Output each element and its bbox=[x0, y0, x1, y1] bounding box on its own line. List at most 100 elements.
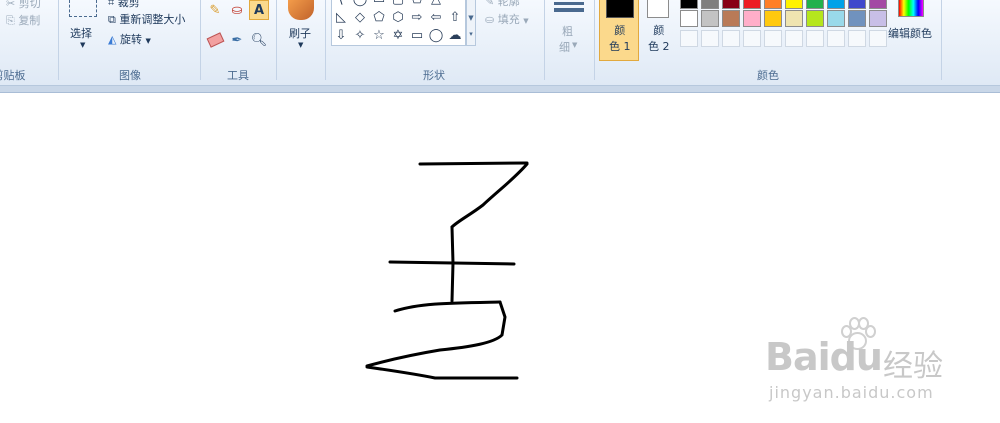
magnifier-tool-button[interactable]: 🔍︎ bbox=[249, 30, 269, 50]
palette-swatch[interactable] bbox=[827, 30, 845, 47]
rotate-icon: ◭ bbox=[108, 33, 117, 46]
chevron-down-icon: ▼ bbox=[572, 41, 578, 49]
outline-button[interactable]: ✎ 轮廓 bbox=[485, 0, 520, 9]
palette-swatch[interactable] bbox=[722, 10, 740, 27]
colors-group-label: 颜色 bbox=[757, 69, 779, 82]
color-2-button[interactable]: 颜 色 2 bbox=[643, 0, 677, 60]
watermark-service: 经验 bbox=[883, 349, 943, 384]
color-2-label: 颜 色 2 bbox=[648, 24, 670, 53]
crop-label: 裁剪 bbox=[117, 0, 140, 9]
polygon-shape-icon[interactable]: ⟨ bbox=[332, 0, 350, 8]
expand-gallery-icon[interactable]: ▾ bbox=[467, 30, 475, 38]
down-arrow-shape-icon[interactable]: ⇩ bbox=[332, 27, 350, 44]
edit-colors-button[interactable]: 编辑颜色 bbox=[888, 0, 938, 58]
palette-swatch[interactable] bbox=[743, 0, 761, 9]
chevron-down-icon: ▼ bbox=[298, 41, 304, 49]
right-arrow-shape-icon[interactable]: ⇨ bbox=[408, 9, 426, 26]
rotate-button[interactable]: ◭ 旋转 ▼ bbox=[108, 31, 151, 47]
brushes-button[interactable]: 刷子 ▼ bbox=[281, 0, 321, 56]
palette-swatch[interactable] bbox=[701, 10, 719, 27]
separator bbox=[325, 0, 326, 80]
palette-swatch[interactable] bbox=[848, 10, 866, 27]
outline-brush-icon: ✎ bbox=[485, 0, 495, 8]
four-point-star-shape-icon[interactable]: ✧ bbox=[351, 27, 369, 44]
text-tool-button[interactable]: A bbox=[249, 0, 269, 20]
eraser-icon bbox=[206, 32, 224, 48]
palette-swatch[interactable] bbox=[722, 0, 740, 9]
fill-label: 填充 bbox=[497, 13, 520, 26]
palette-swatch[interactable] bbox=[848, 0, 866, 9]
palette-swatch[interactable] bbox=[743, 30, 761, 47]
diamond-shape-icon[interactable]: ◇ bbox=[351, 9, 369, 26]
select-button[interactable]: 选择 ▼ bbox=[64, 0, 102, 56]
palette-swatch[interactable] bbox=[785, 0, 803, 9]
palette-swatch[interactable] bbox=[785, 10, 803, 27]
scissors-icon: ✂ bbox=[6, 0, 16, 10]
chevron-down-icon: ▼ bbox=[80, 41, 86, 49]
polygon-shape-icon[interactable]: ⬠ bbox=[408, 0, 426, 8]
hexagon-shape-icon[interactable]: ⬡ bbox=[389, 9, 407, 26]
crop-button[interactable]: ⌗ 裁剪 bbox=[108, 0, 140, 10]
left-arrow-shape-icon[interactable]: ⇦ bbox=[427, 9, 445, 26]
rectangle-shape-icon[interactable]: ▭ bbox=[370, 0, 388, 8]
select-marquee-icon bbox=[69, 0, 97, 17]
size-button[interactable]: 粗 细 ▼ bbox=[550, 0, 590, 56]
pentagon-shape-icon[interactable]: ⬠ bbox=[370, 9, 388, 26]
rounded-callout-shape-icon[interactable]: ▭ bbox=[408, 27, 426, 44]
rounded-rectangle-shape-icon[interactable]: ▢ bbox=[389, 0, 407, 8]
palette-swatch[interactable] bbox=[701, 30, 719, 47]
palette-swatch[interactable] bbox=[806, 0, 824, 9]
watermark-brand: Baidu bbox=[765, 335, 883, 379]
palette-swatch[interactable] bbox=[869, 0, 887, 9]
shapes-scrollbar[interactable]: ▼ ▾ bbox=[466, 0, 476, 46]
palette-swatch[interactable] bbox=[680, 10, 698, 27]
eraser-tool-button[interactable] bbox=[205, 30, 225, 50]
palette-swatch[interactable] bbox=[764, 0, 782, 9]
up-arrow-shape-icon[interactable]: ⇧ bbox=[446, 9, 464, 26]
pencil-icon: ✎ bbox=[209, 2, 221, 18]
separator bbox=[276, 0, 277, 80]
fill-tool-button[interactable]: ⛀ bbox=[227, 0, 247, 20]
palette-swatch[interactable] bbox=[869, 30, 887, 47]
palette-swatch[interactable] bbox=[848, 30, 866, 47]
palette-swatch[interactable] bbox=[764, 10, 782, 27]
select-label: 选择 bbox=[70, 27, 92, 40]
brushes-label: 刷子 bbox=[289, 27, 311, 40]
palette-swatch[interactable] bbox=[722, 30, 740, 47]
pencil-tool-button[interactable]: ✎ bbox=[205, 0, 225, 20]
color-1-button[interactable]: 颜 色 1 bbox=[599, 0, 639, 61]
five-point-star-shape-icon[interactable]: ☆ bbox=[370, 27, 388, 44]
fill-button[interactable]: ⛀ 填充 ▼ bbox=[485, 11, 529, 27]
triangle-shape-icon[interactable]: △ bbox=[427, 0, 445, 8]
chevron-down-icon[interactable]: ▼ bbox=[467, 14, 475, 22]
palette-swatch[interactable] bbox=[680, 0, 698, 9]
palette-swatch[interactable] bbox=[827, 0, 845, 9]
color-2-swatch bbox=[647, 0, 669, 18]
tools-group-label: 工具 bbox=[227, 69, 249, 82]
oval-callout-shape-icon[interactable]: ◯ bbox=[427, 27, 445, 44]
palette-swatch[interactable] bbox=[827, 10, 845, 27]
palette-swatch[interactable] bbox=[806, 10, 824, 27]
six-point-star-shape-icon[interactable]: ✡ bbox=[389, 27, 407, 44]
palette-swatch[interactable] bbox=[785, 30, 803, 47]
stroke-middle-bar bbox=[388, 260, 516, 266]
image-group-label: 图像 bbox=[119, 69, 141, 82]
right-triangle-shape-icon[interactable]: ◺ bbox=[332, 9, 350, 26]
palette-swatch[interactable] bbox=[806, 30, 824, 47]
edit-colors-label: 编辑颜色 bbox=[888, 27, 932, 40]
color-picker-tool-button[interactable]: ✒ bbox=[227, 30, 247, 50]
magnifier-icon: 🔍︎ bbox=[250, 32, 268, 48]
stroke-diagonal bbox=[450, 162, 529, 229]
copy-button[interactable]: ⎘ 复制 bbox=[6, 12, 40, 28]
palette-swatch[interactable] bbox=[701, 0, 719, 9]
oval-shape-icon[interactable]: ◯ bbox=[351, 0, 369, 8]
shapes-group-label: 形状 bbox=[423, 69, 445, 82]
palette-swatch[interactable] bbox=[743, 10, 761, 27]
cloud-callout-shape-icon[interactable]: ☁ bbox=[446, 27, 464, 44]
palette-swatch[interactable] bbox=[869, 10, 887, 27]
drawing-canvas[interactable]: Baidu 经验 jingyan.baidu.com bbox=[0, 93, 1000, 423]
palette-swatch[interactable] bbox=[680, 30, 698, 47]
resize-button[interactable]: ⧉ 重新调整大小 bbox=[108, 11, 185, 27]
cut-button[interactable]: ✂ 剪切 bbox=[6, 0, 41, 11]
palette-swatch[interactable] bbox=[764, 30, 782, 47]
